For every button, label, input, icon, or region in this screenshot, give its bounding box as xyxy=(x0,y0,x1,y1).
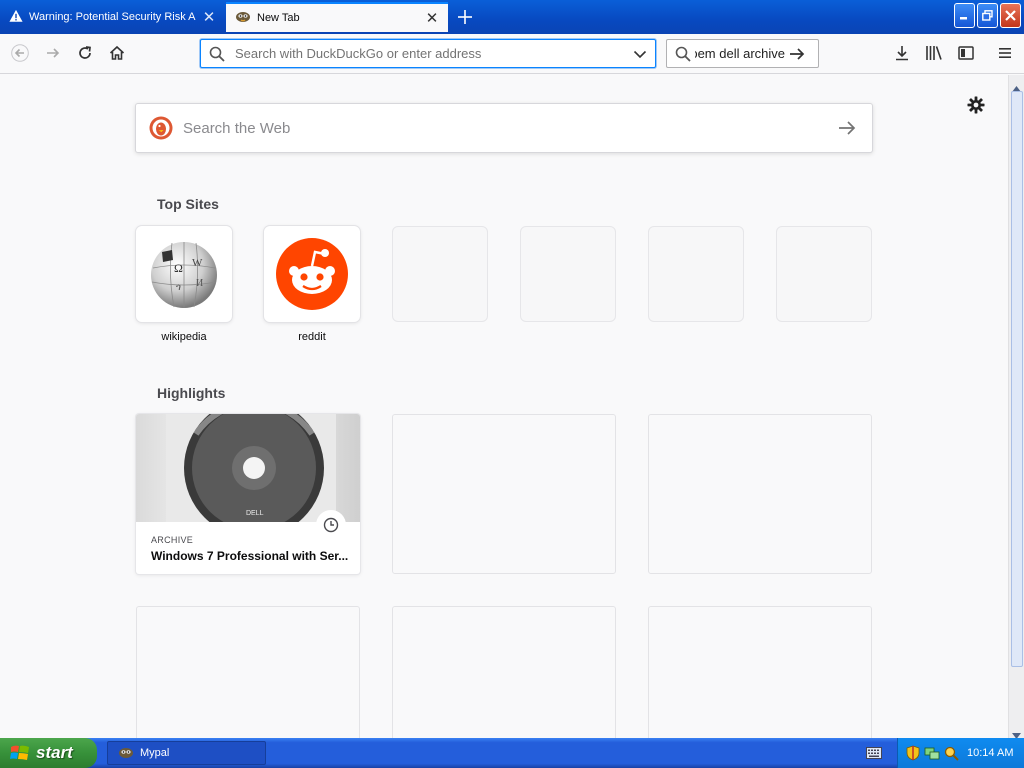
web-search-input[interactable] xyxy=(183,119,838,137)
windows-taskbar: start Mypal 10:14 AM xyxy=(0,738,1024,768)
reddit-icon xyxy=(276,238,348,310)
search-tray-icon[interactable] xyxy=(944,746,959,761)
address-input[interactable] xyxy=(235,46,633,61)
highlight-placeholder xyxy=(136,606,360,738)
reload-button[interactable] xyxy=(70,39,100,67)
sidebar-button[interactable] xyxy=(951,39,981,67)
mypal-icon xyxy=(235,10,251,27)
clock[interactable]: 10:14 AM xyxy=(967,747,1013,759)
navigation-toolbar xyxy=(0,34,1024,74)
top-site-label: reddit xyxy=(298,331,326,343)
scrollbar-thumb[interactable] xyxy=(1011,91,1023,667)
close-tab-icon[interactable]: ✕ xyxy=(199,7,219,27)
new-tab-page: Top Sites Ω W ጎ И wikipedia xyxy=(0,75,1008,738)
search-bar[interactable] xyxy=(666,39,819,68)
new-tab-button[interactable] xyxy=(452,5,478,29)
search-icon xyxy=(675,46,691,62)
close-icon xyxy=(1005,10,1016,21)
top-site-placeholder xyxy=(648,226,744,322)
start-button[interactable]: start xyxy=(0,738,97,768)
minimize-button[interactable] xyxy=(954,3,975,28)
highlight-placeholder xyxy=(648,606,872,738)
search-icon xyxy=(209,46,225,62)
highlight-title: Windows 7 Professional with Ser... xyxy=(151,549,349,563)
forward-button[interactable] xyxy=(38,39,68,67)
back-arrow-icon xyxy=(11,44,29,62)
minimize-icon xyxy=(960,17,967,20)
hamburger-menu-icon xyxy=(999,48,1011,58)
top-site-placeholder xyxy=(520,226,616,322)
top-sites-heading: Top Sites xyxy=(157,196,219,212)
taskbar-item-label: Mypal xyxy=(140,747,170,759)
reload-icon xyxy=(79,46,91,59)
highlight-thumbnail: DELL xyxy=(136,414,360,538)
svg-text:Ω: Ω xyxy=(174,261,183,275)
tab-bar: Warning: Potential Security Risk A ✕ New… xyxy=(0,0,1024,34)
system-tray: 10:14 AM xyxy=(897,738,1024,768)
restore-icon xyxy=(982,10,993,21)
search-submit-arrow-icon[interactable] xyxy=(838,120,856,136)
keyboard-language-icon[interactable] xyxy=(866,746,882,764)
menu-button[interactable] xyxy=(990,39,1020,67)
svg-text:И: И xyxy=(196,278,203,289)
search-input[interactable] xyxy=(695,46,785,61)
taskbar-item-mypal[interactable]: Mypal xyxy=(107,741,266,765)
forward-arrow-icon xyxy=(47,48,60,58)
svg-text:W: W xyxy=(192,257,203,269)
downloads-button[interactable] xyxy=(887,39,917,67)
svg-text:DELL: DELL xyxy=(246,510,264,517)
highlight-context-label: ARCHIVE xyxy=(151,535,194,545)
network-icon[interactable] xyxy=(924,745,940,761)
tab-label: New Tab xyxy=(257,12,300,24)
home-button[interactable] xyxy=(102,39,132,67)
disc-image-icon: DELL xyxy=(166,414,336,538)
sidebar-icon xyxy=(958,46,974,60)
download-icon xyxy=(896,46,908,61)
highlights-heading: Highlights xyxy=(157,385,226,401)
gear-icon[interactable] xyxy=(966,95,986,120)
tab-security-warning[interactable]: Warning: Potential Security Risk A ✕ xyxy=(0,2,225,32)
top-site-placeholder xyxy=(776,226,872,322)
web-search-box[interactable] xyxy=(135,103,873,153)
top-site-label: wikipedia xyxy=(161,331,207,343)
svg-text:ጎ: ጎ xyxy=(176,282,181,293)
close-window-button[interactable] xyxy=(1000,3,1021,28)
library-button[interactable] xyxy=(919,39,949,67)
top-site-tile-wikipedia[interactable]: Ω W ጎ И xyxy=(136,226,232,322)
chevron-down-icon[interactable] xyxy=(633,47,647,61)
wikipedia-icon: Ω W ጎ И xyxy=(151,242,217,308)
search-go-arrow-icon[interactable] xyxy=(789,46,805,62)
vertical-scrollbar[interactable] xyxy=(1008,75,1024,739)
mypal-icon xyxy=(118,746,134,760)
address-bar[interactable] xyxy=(200,39,656,68)
top-site-placeholder xyxy=(392,226,488,322)
library-icon xyxy=(926,46,942,60)
top-site-tile-reddit[interactable] xyxy=(264,226,360,322)
home-icon xyxy=(109,45,125,60)
start-label: start xyxy=(36,743,73,762)
security-shield-icon[interactable] xyxy=(906,745,920,761)
highlight-placeholder xyxy=(392,606,616,738)
plus-icon xyxy=(458,10,472,24)
close-tab-icon[interactable]: ✕ xyxy=(422,8,442,28)
tab-new-tab[interactable]: New Tab ✕ xyxy=(226,2,448,32)
highlight-card[interactable]: DELL ARCHIVE Windows 7 Professional with… xyxy=(136,414,360,574)
highlight-placeholder xyxy=(392,414,616,574)
tab-label: Warning: Potential Security Risk A xyxy=(29,11,196,23)
restore-button[interactable] xyxy=(977,3,998,28)
highlight-placeholder xyxy=(648,414,872,574)
duckduckgo-logo-icon xyxy=(149,116,173,140)
warning-icon xyxy=(9,9,23,26)
back-button[interactable] xyxy=(5,39,35,67)
clock-icon xyxy=(316,510,346,540)
windows-logo-icon xyxy=(10,744,30,762)
